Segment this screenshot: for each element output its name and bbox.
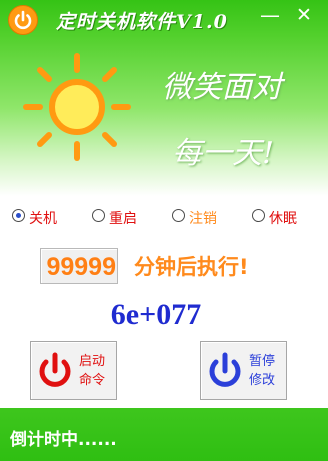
radio-label-restart: 重启 bbox=[109, 210, 137, 226]
radio-label-sleep: 休眠 bbox=[269, 210, 297, 226]
action-radio-group: 关机 重启 注销 休眠 bbox=[0, 204, 328, 228]
power-icon bbox=[39, 352, 71, 387]
minutes-input[interactable]: 99999 bbox=[40, 248, 118, 284]
start-button-label: 启动 命令 bbox=[79, 352, 113, 390]
title-bar: 定时关机软件V1.0 — ✕ bbox=[0, 0, 328, 38]
radio-indicator[interactable] bbox=[252, 209, 265, 222]
radio-label-logoff: 注销 bbox=[189, 210, 217, 226]
countdown-value: 6e+077 bbox=[110, 298, 202, 331]
radio-indicator[interactable] bbox=[12, 209, 25, 222]
status-bar: 倒计时中...... bbox=[0, 408, 328, 461]
power-icon bbox=[209, 352, 241, 387]
slogan-line-2: 每一天! bbox=[172, 136, 275, 171]
pause-modify-button[interactable]: 暂停 修改 bbox=[200, 341, 287, 400]
minutes-value: 99999 bbox=[46, 253, 116, 281]
pause-label-line1: 暂停 bbox=[249, 354, 276, 369]
power-icon bbox=[8, 5, 38, 35]
radio-indicator[interactable] bbox=[92, 209, 105, 222]
close-button[interactable]: ✕ bbox=[292, 4, 316, 26]
radio-indicator[interactable] bbox=[172, 209, 185, 222]
start-label-line2: 命令 bbox=[79, 373, 106, 388]
pause-label-line2: 修改 bbox=[249, 373, 276, 388]
pause-button-label: 暂停 修改 bbox=[249, 352, 283, 390]
window-title: 定时关机软件V1.0 bbox=[56, 11, 228, 33]
minimize-button[interactable]: — bbox=[258, 4, 282, 26]
radio-label-shutdown: 关机 bbox=[29, 210, 57, 226]
header-banner: 定时关机软件V1.0 — ✕ 微笑面对 每一天! bbox=[0, 0, 328, 196]
start-command-button[interactable]: 启动 命令 bbox=[30, 341, 117, 400]
sun-icon bbox=[23, 53, 131, 161]
status-text: 倒计时中...... bbox=[10, 430, 117, 450]
slogan-line-1: 微笑面对 bbox=[162, 70, 282, 105]
minutes-suffix-label: 分钟后执行! bbox=[134, 255, 249, 279]
start-label-line1: 启动 bbox=[79, 354, 106, 369]
